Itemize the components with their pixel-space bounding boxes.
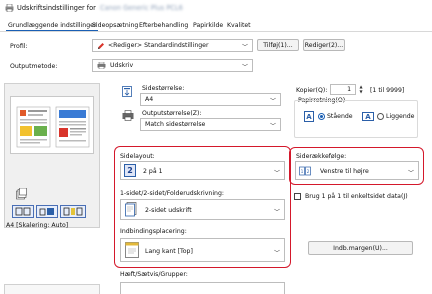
page-order-value: Venstre til højre [320,168,369,175]
page-size-icon [122,86,132,97]
duplex-label: 1-sidet/2-sidet/Folderudskrivning: [120,190,224,197]
device-preview-button[interactable] [36,205,58,218]
staple-select-partial[interactable] [120,282,285,294]
single-sheet-checkbox[interactable] [294,193,301,200]
tab-finishing[interactable]: Efterbehandling [137,20,190,31]
preview-mode-buttons [12,205,86,218]
layout-label: Sidelayout: [120,153,155,160]
binding-icon [125,242,139,258]
binding-select[interactable]: Lang kant [Top] ﹀ [120,238,285,262]
binding-value: Lang kant [Top] [145,248,193,255]
portrait-label: Stående [327,113,353,120]
preview-page [10,96,94,154]
copies-stepper[interactable]: ▲ ▼ [357,84,365,95]
page-thumb-right [55,106,90,148]
duplex-value: 2-sidet udskrift [145,207,192,214]
copies-value: 1 [347,86,351,93]
page-size-label: Sidestørrelse: [142,85,185,92]
profile-select[interactable]: <Rediger> Standardindstillinger ﹀ [92,39,253,52]
profile-label: Profil: [10,43,28,50]
single-sheet-label: Brug 1 på 1 til enkeltsidet data(J) [305,193,408,200]
edit-profile-button[interactable]: Rediger(2)... [303,39,345,51]
output-size-icon [122,110,134,121]
chevron-down-icon: ﹀ [269,123,276,130]
copies-label: Kopier(Q): [296,87,328,94]
printer-small-icon [97,62,106,69]
add-profile-button[interactable]: Tilføj(1)... [257,39,299,51]
window-title-device: Canon Generic Plus PCL6 [100,4,183,12]
duplex-icon [125,202,137,217]
landscape-label: Liggende [386,113,415,120]
binding-label: Indbindingsplacering: [120,228,187,235]
copies-range: [1 til 9999] [370,87,405,94]
layout-select[interactable]: 2 2 på 1 ﹀ [120,161,285,180]
chevron-down-icon: ﹀ [241,44,248,51]
page-thumb-left [16,106,51,148]
title-bar: Udskriftsindstillinger for Canon Generic… [0,0,432,17]
preview-caption: A4 [Skalering: Auto] [6,222,69,229]
page-size-value: A4 [145,96,154,103]
chevron-down-icon: ﹀ [273,170,280,177]
output-method-select[interactable]: Udskriv ﹀ [92,59,253,72]
printer-icon [5,4,14,12]
portrait-radio[interactable] [318,113,325,120]
profile-value: <Rediger> Standardindstillinger [108,42,209,49]
chevron-down-icon: ﹀ [269,98,276,105]
layout-value: 2 på 1 [143,168,163,175]
pencil-icon [97,42,105,50]
output-size-select[interactable]: Match sidestørrelse ﹀ [140,118,281,131]
binding-margin-button[interactable]: Indb.margen(U)... [308,241,413,255]
stack-icon [16,188,27,200]
chevron-down-icon: ﹀ [241,64,248,71]
landscape-icon: A [362,112,374,121]
page-size-select[interactable]: A4 ﹀ [140,93,281,106]
landscape-radio[interactable] [377,113,384,120]
window-title: Udskriftsindstillinger for [17,4,96,12]
layout-badge: 2 [124,164,136,177]
copies-field[interactable]: 1 [330,84,356,95]
bottom-left-field-partial [4,284,100,294]
tab-page-setup[interactable]: Sideopsætning [90,20,140,31]
output-method-value: Udskriv [110,62,134,69]
tab-quality[interactable]: Kvalitet [225,20,253,31]
page-order-select[interactable]: 12 Venstre til højre ﹀ [295,161,419,180]
output-method-label: Outputmetode: [10,63,58,70]
chevron-down-icon: ﹀ [273,209,280,216]
settings-preview-button[interactable] [60,205,86,218]
page-order-icon: 12 [299,165,311,177]
chevron-down-icon: ﹀ [407,170,414,177]
layout-preview-button[interactable] [12,205,34,218]
page-order-label: Siderækkefølge: [296,153,347,160]
staple-label: Hæft/Sætvis/Grupper: [120,271,188,278]
svg-text:1: 1 [301,169,304,174]
tab-basic[interactable]: Grundlæggende indstillinger [6,20,99,31]
tab-strip-line [0,31,432,32]
portrait-icon: A [304,111,314,122]
svg-text:2: 2 [307,169,310,174]
output-size-value: Match sidestørrelse [145,121,206,128]
output-size-label: Outputstørrelse(Z): [142,110,202,117]
duplex-select[interactable]: 2-sidet udskrift ﹀ [120,199,285,220]
chevron-down-icon: ﹀ [273,250,280,257]
tab-paper-source[interactable]: Papirkilde [191,20,225,31]
